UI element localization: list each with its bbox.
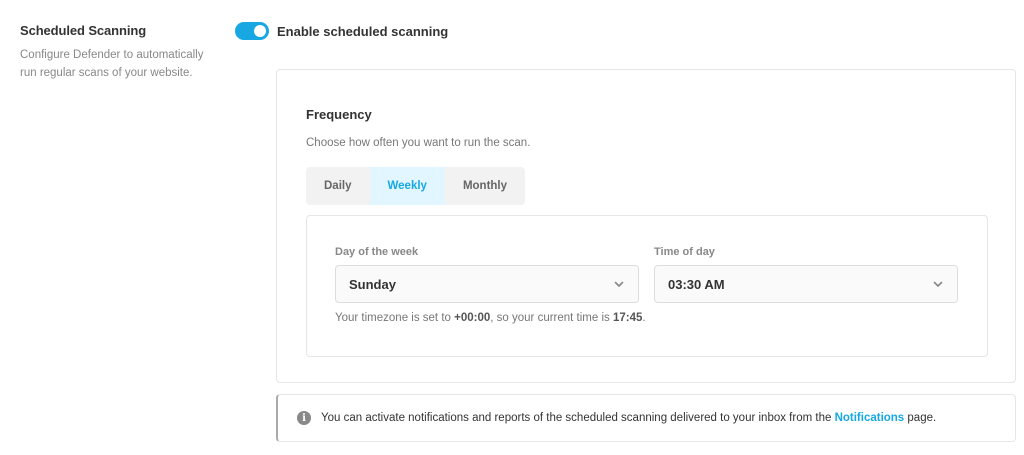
chevron-down-icon (933, 281, 943, 287)
time-of-day-select[interactable]: 03:30 AM (654, 265, 958, 303)
tab-monthly[interactable]: Monthly (445, 167, 525, 205)
day-of-week-label: Day of the week (335, 246, 419, 258)
day-of-week-select[interactable]: Sunday (335, 265, 639, 303)
timezone-middle: , so your current time is (490, 312, 613, 324)
timezone-prefix: Your timezone is set to (335, 312, 455, 324)
frequency-title: Frequency (306, 107, 372, 122)
current-time-value: 17:45 (612, 312, 643, 324)
section-title: Scheduled Scanning (20, 23, 147, 38)
notice-text-after: page. (904, 412, 937, 424)
timezone-value: +00:00 (454, 312, 491, 324)
tab-weekly[interactable]: Weekly (369, 167, 445, 205)
notice-text: You can activate notifications and repor… (321, 412, 936, 424)
enable-scheduled-scanning-row: Enable scheduled scanning (235, 22, 448, 40)
section-info: Scheduled Scanning Configure Defender to… (20, 23, 220, 82)
day-of-week-field: Day of the week Sunday (335, 246, 639, 303)
toggle-label: Enable scheduled scanning (277, 23, 449, 39)
enable-scheduled-scanning-toggle[interactable] (235, 22, 269, 40)
frequency-tabs: Daily Weekly Monthly (306, 167, 526, 205)
tab-daily[interactable]: Daily (306, 167, 370, 205)
timezone-suffix: . (642, 312, 646, 324)
time-of-day-field: Time of day 03:30 AM (654, 246, 958, 303)
time-of-day-label: Time of day (654, 246, 715, 258)
frequency-description: Choose how often you want to run the sca… (306, 137, 531, 149)
section-description: Configure Defender to automatically run … (20, 49, 204, 79)
chevron-down-icon (614, 281, 624, 287)
notice-text-before: You can activate notifications and repor… (321, 412, 835, 424)
weekly-options-panel: Day of the week Sunday Time of day 03:30… (306, 215, 988, 357)
notifications-link[interactable]: Notifications (835, 412, 905, 424)
notifications-notice: i You can activate notifications and rep… (276, 394, 1016, 442)
day-of-week-value: Sunday (349, 276, 396, 292)
info-icon: i (297, 411, 311, 425)
timezone-note: Your timezone is set to +00:00, so your … (335, 312, 646, 324)
time-of-day-value: 03:30 AM (668, 276, 725, 292)
toggle-knob (254, 25, 266, 37)
frequency-panel: Frequency Choose how often you want to r… (276, 69, 1016, 383)
